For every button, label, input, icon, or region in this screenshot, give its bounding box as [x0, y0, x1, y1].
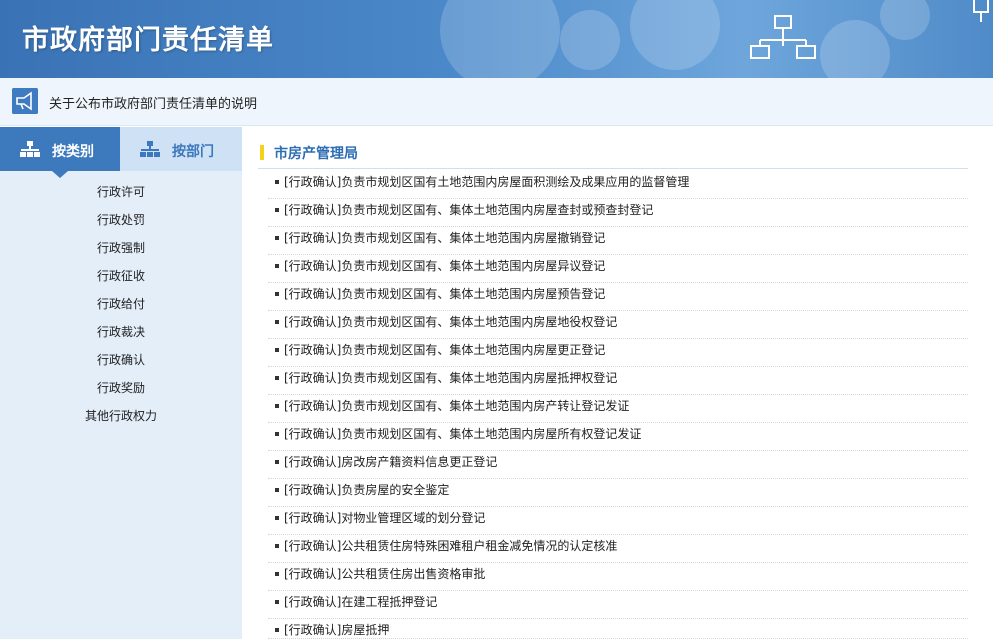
- tab-by-category[interactable]: 按类别: [0, 127, 120, 171]
- bullet-icon: [275, 236, 279, 240]
- list-item[interactable]: [行政确认]公共租赁住房特殊困难租户租金减免情况的认定核准: [268, 535, 968, 563]
- category-item[interactable]: 行政确认: [0, 351, 242, 371]
- tab-label: 按部门: [172, 144, 214, 160]
- item-link[interactable]: [行政确认]负责市规划区国有、集体土地范围内房屋异议登记: [284, 255, 605, 277]
- item-link[interactable]: [行政确认]房改房产籍资料信息更正登记: [284, 451, 497, 473]
- site-title: 市政府部门责任清单: [22, 25, 274, 56]
- category-item[interactable]: 行政裁决: [0, 323, 242, 343]
- item-link[interactable]: [行政确认]负责市规划区国有、集体土地范围内房屋所有权登记发证: [284, 423, 641, 445]
- list-item[interactable]: [行政确认]负责市规划区国有、集体土地范围内房屋撤销登记: [268, 227, 968, 255]
- item-link[interactable]: [行政确认]负责市规划区国有、集体土地范围内房产转让登记发证: [284, 395, 629, 417]
- list-item[interactable]: [行政确认]负责市规划区国有、集体土地范围内房产转让登记发证: [268, 395, 968, 423]
- item-link[interactable]: [行政确认]负责市规划区国有、集体土地范围内房屋地役权登记: [284, 311, 617, 333]
- section-marker: [260, 145, 264, 160]
- bullet-icon: [275, 180, 279, 184]
- hierarchy-icon: [140, 141, 160, 157]
- item-link[interactable]: [行政确认]负责房屋的安全鉴定: [284, 479, 449, 501]
- item-link[interactable]: [行政确认]负责市规划区国有、集体土地范围内房屋抵押权登记: [284, 367, 617, 389]
- active-tab-pointer: [52, 171, 68, 178]
- corner-icon: [973, 0, 989, 22]
- bullet-icon: [275, 348, 279, 352]
- tab-label: 按类别: [52, 144, 94, 160]
- main-content: 市房产管理局 [行政确认]负责市规划区国有土地范围内房屋面积测绘及成果应用的监督…: [258, 127, 993, 639]
- hierarchy-icon: [20, 141, 40, 157]
- category-item[interactable]: 行政许可: [0, 183, 242, 203]
- bullet-icon: [275, 572, 279, 576]
- bullet-icon: [275, 628, 279, 632]
- list-item[interactable]: [行政确认]负责市规划区国有、集体土地范围内房屋异议登记: [268, 255, 968, 283]
- list-item[interactable]: [行政确认]对物业管理区域的划分登记: [268, 507, 968, 535]
- bullet-icon: [275, 320, 279, 324]
- bullet-icon: [275, 460, 279, 464]
- item-link[interactable]: [行政确认]负责市规划区国有、集体土地范围内房屋撤销登记: [284, 227, 605, 249]
- bullet-icon: [275, 404, 279, 408]
- notice-link[interactable]: 关于公布市政府部门责任清单的说明: [49, 93, 257, 112]
- list-item[interactable]: [行政确认]负责市规划区国有、集体土地范围内房屋查封或预查封登记: [268, 199, 968, 227]
- category-item[interactable]: 其他行政权力: [0, 407, 242, 427]
- list-item[interactable]: [行政确认]负责房屋的安全鉴定: [268, 479, 968, 507]
- list-item[interactable]: [行政确认]房屋抵押: [268, 619, 968, 639]
- left-sidebar: 按类别 按部门 行政许可 行政处罚 行政强制 行政征收 行政给付 行政裁决 行政…: [0, 127, 242, 639]
- category-item[interactable]: 行政奖励: [0, 379, 242, 399]
- decor-bubble: [880, 0, 930, 40]
- bullet-icon: [275, 376, 279, 380]
- megaphone-icon: [12, 88, 38, 114]
- department-title: 市房产管理局: [274, 146, 358, 162]
- list-item[interactable]: [行政确认]负责市规划区国有、集体土地范围内房屋抵押权登记: [268, 367, 968, 395]
- list-item[interactable]: [行政确认]负责市规划区国有土地范围内房屋面积测绘及成果应用的监督管理: [268, 171, 968, 199]
- list-item[interactable]: [行政确认]负责市规划区国有、集体土地范围内房屋更正登记: [268, 339, 968, 367]
- bullet-icon: [275, 488, 279, 492]
- item-link[interactable]: [行政确认]公共租赁住房出售资格审批: [284, 563, 485, 585]
- notice-bar[interactable]: 关于公布市政府部门责任清单的说明: [0, 78, 993, 126]
- category-item[interactable]: 行政处罚: [0, 211, 242, 231]
- list-item[interactable]: [行政确认]负责市规划区国有、集体土地范围内房屋地役权登记: [268, 311, 968, 339]
- item-link[interactable]: [行政确认]公共租赁住房特殊困难租户租金减免情况的认定核准: [284, 535, 617, 557]
- list-item[interactable]: [行政确认]房改房产籍资料信息更正登记: [268, 451, 968, 479]
- bullet-icon: [275, 544, 279, 548]
- category-item[interactable]: 行政给付: [0, 295, 242, 315]
- bullet-icon: [275, 600, 279, 604]
- decor-bubble: [820, 20, 890, 78]
- list-item[interactable]: [行政确认]负责市规划区国有、集体土地范围内房屋所有权登记发证: [268, 423, 968, 451]
- item-link[interactable]: [行政确认]负责市规划区国有、集体土地范围内房屋更正登记: [284, 339, 605, 361]
- item-link[interactable]: [行政确认]房屋抵押: [284, 619, 389, 641]
- decor-bubble: [560, 10, 620, 70]
- decor-bubble: [440, 0, 560, 78]
- header-banner: 市政府部门责任清单: [0, 0, 993, 78]
- item-link[interactable]: [行政确认]在建工程抵押登记: [284, 591, 437, 613]
- category-item[interactable]: 行政征收: [0, 267, 242, 287]
- bullet-icon: [275, 264, 279, 268]
- bullet-icon: [275, 208, 279, 212]
- item-link[interactable]: [行政确认]负责市规划区国有土地范围内房屋面积测绘及成果应用的监督管理: [284, 171, 689, 193]
- bullet-icon: [275, 516, 279, 520]
- bullet-icon: [275, 292, 279, 296]
- decor-bubble: [630, 0, 720, 70]
- list-item[interactable]: [行政确认]在建工程抵押登记: [268, 591, 968, 619]
- item-link[interactable]: [行政确认]负责市规划区国有、集体土地范围内房屋查封或预查封登记: [284, 199, 653, 221]
- item-link[interactable]: [行政确认]对物业管理区域的划分登记: [284, 507, 485, 529]
- org-chart-icon: [750, 15, 816, 59]
- list-item[interactable]: [行政确认]负责市规划区国有、集体土地范围内房屋预告登记: [268, 283, 968, 311]
- category-item[interactable]: 行政强制: [0, 239, 242, 259]
- tab-bar: 按类别 按部门: [0, 127, 242, 178]
- department-header: 市房产管理局: [258, 143, 968, 169]
- bullet-icon: [275, 432, 279, 436]
- list-item[interactable]: [行政确认]公共租赁住房出售资格审批: [268, 563, 968, 591]
- item-link[interactable]: [行政确认]负责市规划区国有、集体土地范围内房屋预告登记: [284, 283, 605, 305]
- tab-by-department[interactable]: 按部门: [120, 127, 242, 171]
